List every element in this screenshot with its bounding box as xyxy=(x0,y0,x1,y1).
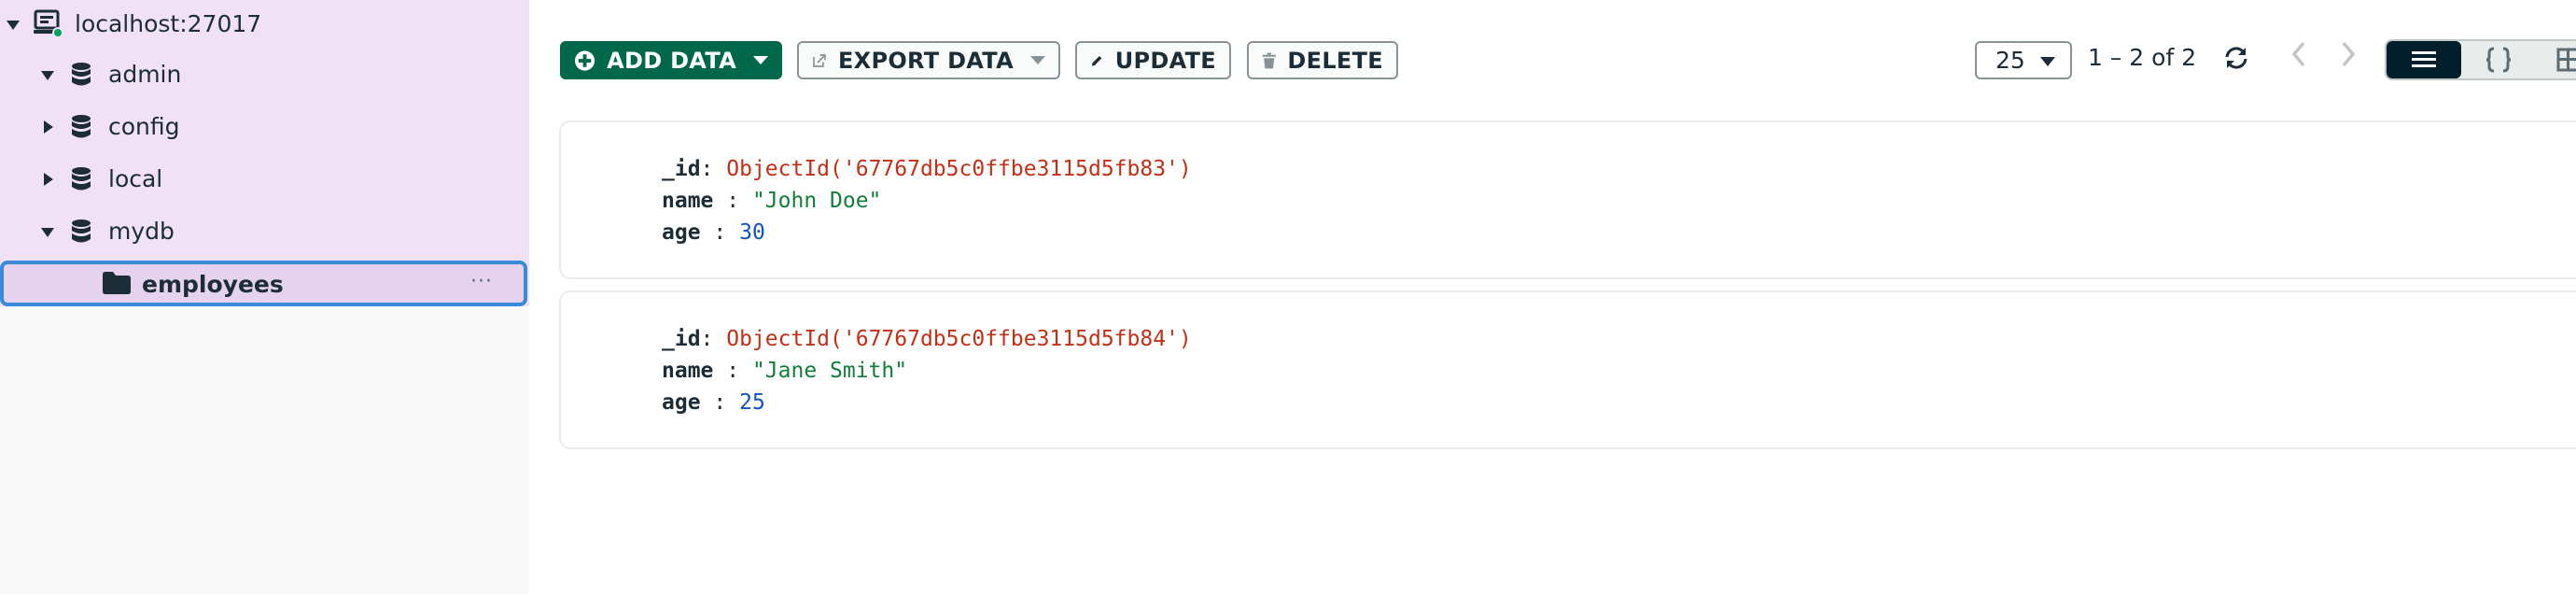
documents-panel: ADD DATA EXPORT DATA UPDATE DELETE 25 1 … xyxy=(529,0,2576,594)
delete-label: DELETE xyxy=(1287,47,1383,74)
database-icon xyxy=(72,115,91,138)
add-data-button[interactable]: ADD DATA xyxy=(560,41,782,79)
list-view-button[interactable] xyxy=(2387,41,2461,78)
string-value: "Jane Smith" xyxy=(751,359,908,383)
sidebar-item-employees[interactable]: employees ··· xyxy=(0,261,527,306)
page-size-value: 25 xyxy=(1995,47,2025,74)
sidebar-item-config[interactable]: config xyxy=(0,101,529,153)
next-page-icon[interactable] xyxy=(2338,39,2359,69)
trash-icon xyxy=(1262,52,1276,68)
table-icon xyxy=(2556,48,2576,72)
sidebar-item-local[interactable]: local xyxy=(0,153,529,205)
database-label: local xyxy=(108,165,163,192)
connection-status-dot xyxy=(52,27,63,37)
database-label: config xyxy=(108,113,180,140)
caret-down-icon xyxy=(2040,57,2055,66)
sidebar: localhost:27017 admin config local mydb … xyxy=(0,0,529,594)
collection-label: employees xyxy=(142,271,284,298)
caret-down-icon xyxy=(1030,56,1045,64)
document-field-age: age : 25 xyxy=(662,390,765,415)
sidebar-item-mydb[interactable]: mydb xyxy=(0,205,529,258)
table-view-button[interactable] xyxy=(2536,41,2576,78)
pencil-icon xyxy=(1091,55,1102,66)
chevron-right-icon[interactable] xyxy=(44,120,53,134)
caret-down-icon xyxy=(753,56,768,64)
curly-braces-icon xyxy=(2485,47,2512,73)
export-data-button[interactable]: EXPORT DATA xyxy=(797,41,1060,79)
document-field-id: _id: ObjectId('67767db5c0ffbe3115d5fb84'… xyxy=(662,327,1192,351)
export-icon xyxy=(813,53,826,67)
document-field-name: name : "John Doe" xyxy=(662,189,882,213)
number-value: 25 xyxy=(739,390,765,415)
sidebar-item-admin[interactable]: admin xyxy=(0,49,529,101)
refresh-icon[interactable] xyxy=(2222,44,2250,72)
pagination-range: 1 – 2 of 2 xyxy=(2088,44,2197,71)
view-toggle xyxy=(2385,39,2576,80)
object-id-value: ObjectId('67767db5c0ffbe3115d5fb84') xyxy=(726,327,1192,351)
update-label: UPDATE xyxy=(1114,47,1216,74)
add-data-label: ADD DATA xyxy=(607,47,736,74)
document-field-id: _id: ObjectId('67767db5c0ffbe3115d5fb83'… xyxy=(662,157,1192,181)
string-value: "John Doe" xyxy=(751,189,882,213)
database-label: admin xyxy=(108,61,182,88)
database-label: mydb xyxy=(108,218,175,245)
document-card[interactable]: _id: ObjectId('67767db5c0ffbe3115d5fb84'… xyxy=(559,290,2576,449)
connection-label: localhost:27017 xyxy=(75,10,262,37)
previous-page-icon[interactable] xyxy=(2289,39,2309,69)
chevron-down-icon[interactable] xyxy=(41,71,54,80)
list-icon xyxy=(2412,51,2436,67)
page-size-select[interactable]: 25 xyxy=(1975,41,2072,79)
document-field-name: name : "Jane Smith" xyxy=(662,359,908,383)
more-options-icon[interactable]: ··· xyxy=(470,270,493,293)
object-id-value: ObjectId('67767db5c0ffbe3115d5fb83') xyxy=(726,157,1192,181)
database-icon xyxy=(72,63,91,86)
document-card[interactable]: _id: ObjectId('67767db5c0ffbe3115d5fb83'… xyxy=(559,120,2576,279)
update-button[interactable]: UPDATE xyxy=(1075,41,1231,79)
sidebar-item-connection[interactable]: localhost:27017 xyxy=(0,0,529,52)
number-value: 30 xyxy=(739,220,765,245)
chevron-down-icon[interactable] xyxy=(41,228,54,237)
database-icon xyxy=(72,219,91,243)
export-data-label: EXPORT DATA xyxy=(837,47,1014,74)
plus-circle-icon xyxy=(574,50,595,71)
json-view-button[interactable] xyxy=(2461,41,2536,78)
database-icon xyxy=(72,167,91,191)
server-icon xyxy=(34,9,63,37)
chevron-down-icon[interactable] xyxy=(7,21,20,30)
document-field-age: age : 30 xyxy=(662,220,765,245)
chevron-right-icon[interactable] xyxy=(44,173,53,186)
folder-icon xyxy=(103,272,131,294)
delete-button[interactable]: DELETE xyxy=(1247,41,1398,79)
